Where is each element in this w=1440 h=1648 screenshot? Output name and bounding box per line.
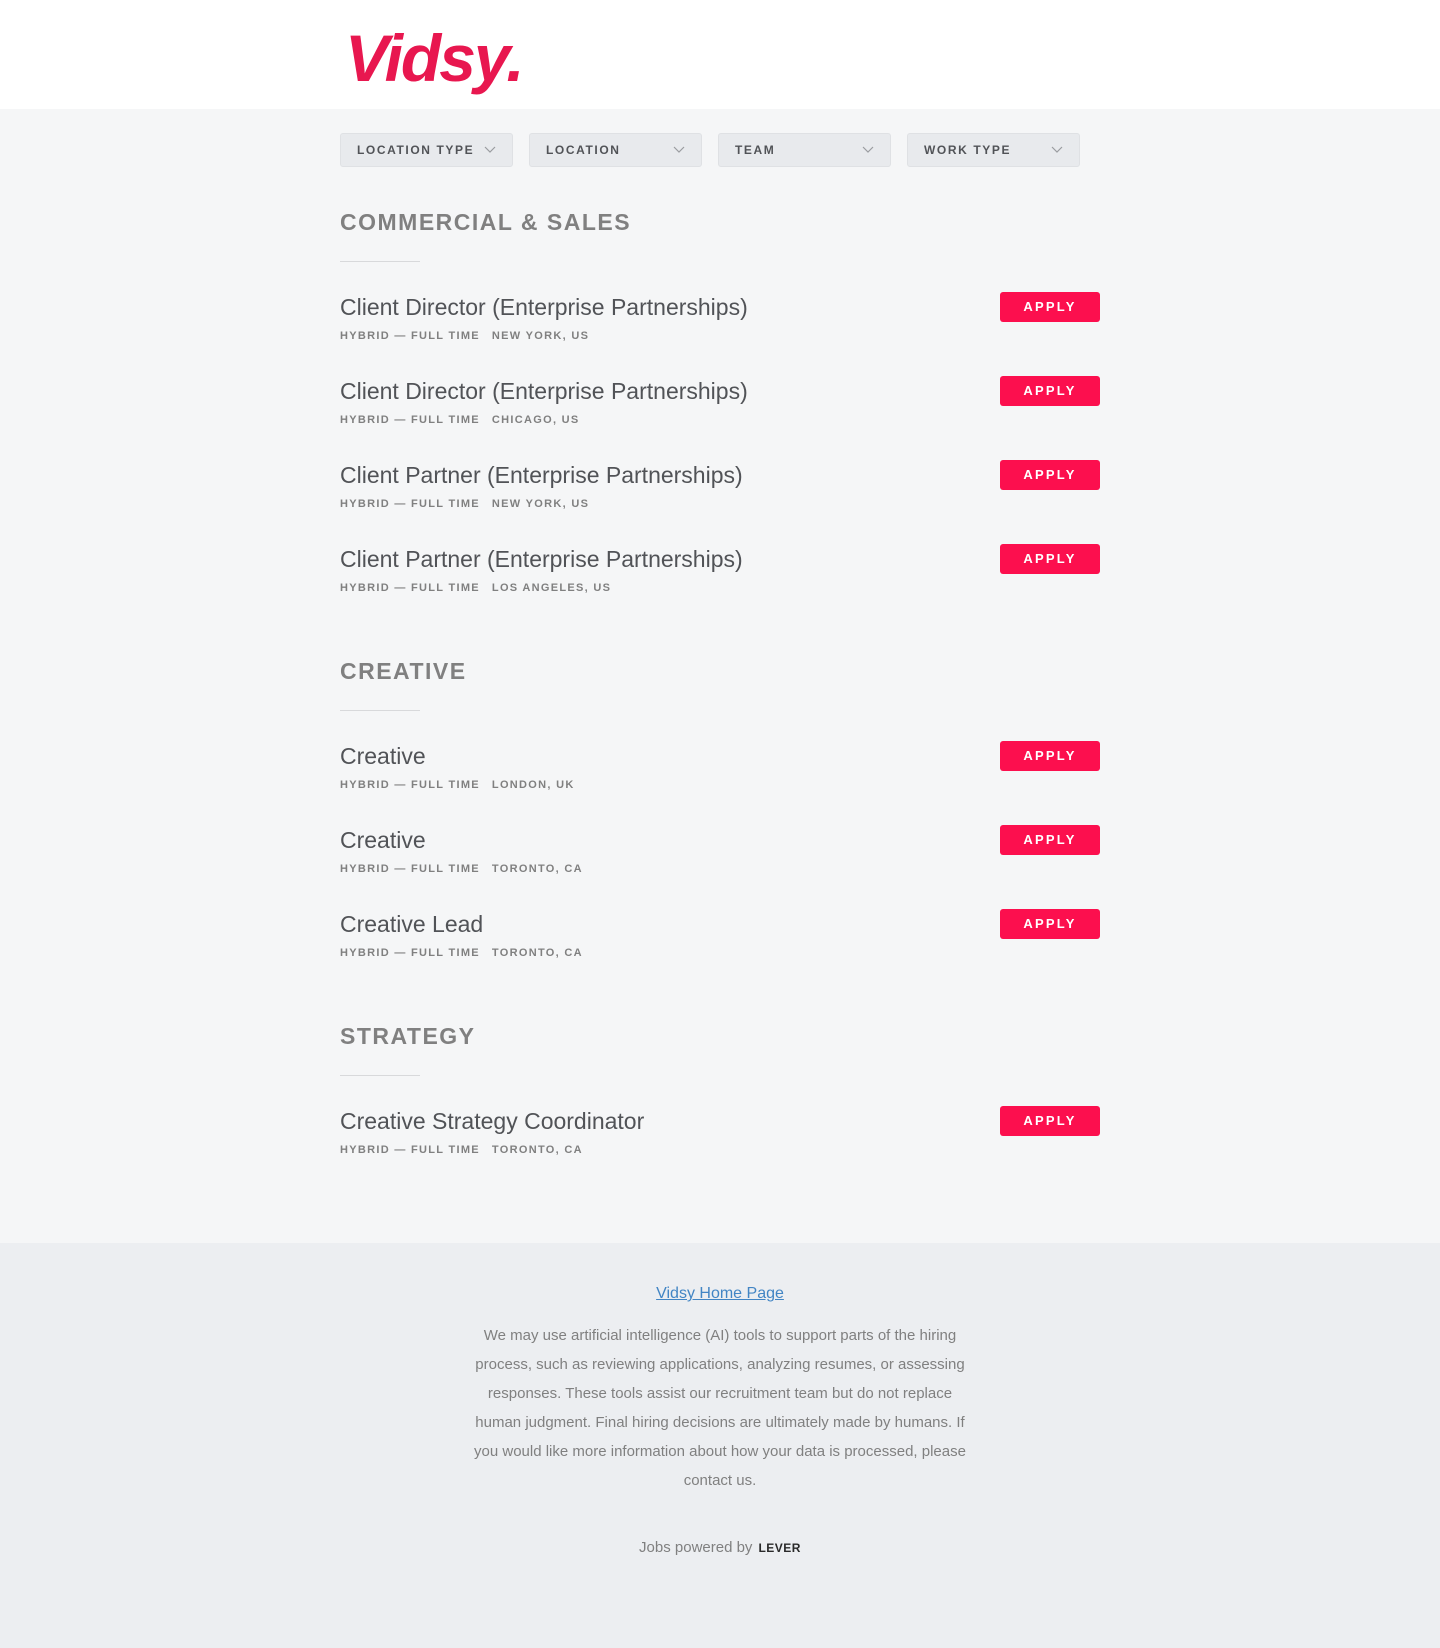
apply-button[interactable]: APPLY xyxy=(1000,544,1100,574)
filter-location-type[interactable]: LOCATION TYPE xyxy=(340,133,513,167)
posting-commitment: HYBRID — FULL TIME xyxy=(340,498,480,510)
posting-title-link[interactable]: Client Partner (Enterprise Partnerships) xyxy=(340,544,743,574)
page-header: Vidsy. xyxy=(0,0,1440,109)
powered-by-text: Jobs powered by xyxy=(639,1539,753,1556)
posting-group-commercial-sales: COMMERCIAL & SALES Client Director (Ente… xyxy=(340,207,1100,628)
posting-commitment: HYBRID — FULL TIME xyxy=(340,779,480,791)
posting-meta: HYBRID — FULL TIME TORONTO, CA xyxy=(340,1142,583,1158)
posting-meta: HYBRID — FULL TIME LOS ANGELES, US xyxy=(340,580,611,596)
posting-location: LOS ANGELES, US xyxy=(491,582,612,594)
posting-title-link[interactable]: Creative Lead xyxy=(340,909,483,939)
posting-title-link[interactable]: Client Director (Enterprise Partnerships… xyxy=(340,376,748,406)
apply-button[interactable]: APPLY xyxy=(1000,1106,1100,1136)
posting-row: Client Partner (Enterprise Partnerships)… xyxy=(340,544,1100,628)
posting-meta: HYBRID — FULL TIME CHICAGO, US xyxy=(340,412,580,428)
home-page-link[interactable]: Vidsy Home Page xyxy=(0,1285,1440,1303)
powered-by: Jobs powered by LEVER xyxy=(0,1539,1440,1556)
page-footer: Vidsy Home Page We may use artificial in… xyxy=(0,1243,1440,1648)
filter-label: WORK TYPE xyxy=(924,143,1012,157)
filter-team[interactable]: TEAM xyxy=(718,133,891,167)
filter-label: LOCATION TYPE xyxy=(357,143,475,157)
filter-label: TEAM xyxy=(735,143,776,157)
posting-location: CHICAGO, US xyxy=(491,414,580,426)
posting-title-link[interactable]: Creative Strategy Coordinator xyxy=(340,1106,644,1136)
posting-row: Creative Lead HYBRID — FULL TIME TORONTO,… xyxy=(340,909,1100,993)
chevron-down-icon xyxy=(673,146,685,153)
chevron-down-icon xyxy=(1051,146,1063,153)
group-title: CREATIVE xyxy=(340,658,467,684)
posting-row: Client Director (Enterprise Partnerships… xyxy=(340,376,1100,460)
lever-logo[interactable]: LEVER xyxy=(758,1541,801,1555)
apply-button[interactable]: APPLY xyxy=(1000,376,1100,406)
job-listings: LOCATION TYPE LOCATION TEAM WORK TYPE CO… xyxy=(0,109,1440,1243)
posting-meta: HYBRID — FULL TIME TORONTO, CA xyxy=(340,945,583,961)
posting-title-link[interactable]: Client Director (Enterprise Partnerships… xyxy=(340,292,748,322)
chevron-down-icon xyxy=(484,146,496,153)
vidsy-logo[interactable]: Vidsy. xyxy=(345,18,525,98)
posting-title-link[interactable]: Creative xyxy=(340,825,426,855)
posting-location: NEW YORK, US xyxy=(491,498,590,510)
posting-row: Client Partner (Enterprise Partnerships)… xyxy=(340,460,1100,544)
posting-location: LONDON, UK xyxy=(491,779,575,791)
posting-commitment: HYBRID — FULL TIME xyxy=(340,330,480,342)
filter-bar: LOCATION TYPE LOCATION TEAM WORK TYPE xyxy=(340,133,1096,167)
posting-group-strategy: STRATEGY Creative Strategy Coordinator H… xyxy=(340,1021,1100,1190)
posting-title-link[interactable]: Client Partner (Enterprise Partnerships) xyxy=(340,460,743,490)
posting-commitment: HYBRID — FULL TIME xyxy=(340,414,480,426)
group-title: STRATEGY xyxy=(340,1023,476,1049)
filter-location[interactable]: LOCATION xyxy=(529,133,702,167)
posting-commitment: HYBRID — FULL TIME xyxy=(340,863,480,875)
posting-row: Client Director (Enterprise Partnerships… xyxy=(340,292,1100,376)
apply-button[interactable]: APPLY xyxy=(1000,741,1100,771)
posting-meta: HYBRID — FULL TIME NEW YORK, US xyxy=(340,496,589,512)
posting-location: NEW YORK, US xyxy=(491,330,590,342)
apply-button[interactable]: APPLY xyxy=(1000,909,1100,939)
posting-location: TORONTO, CA xyxy=(491,1144,583,1156)
posting-meta: HYBRID — FULL TIME NEW YORK, US xyxy=(340,328,589,344)
posting-location: TORONTO, CA xyxy=(491,947,583,959)
group-title: COMMERCIAL & SALES xyxy=(340,209,632,235)
posting-location: TORONTO, CA xyxy=(491,863,583,875)
filter-label: LOCATION xyxy=(546,143,621,157)
filter-work-type[interactable]: WORK TYPE xyxy=(907,133,1080,167)
apply-button[interactable]: APPLY xyxy=(1000,460,1100,490)
posting-row: Creative Strategy Coordinator HYBRID — F… xyxy=(340,1106,1100,1190)
posting-meta: HYBRID — FULL TIME TORONTO, CA xyxy=(340,861,583,877)
posting-title-link[interactable]: Creative xyxy=(340,741,426,771)
posting-commitment: HYBRID — FULL TIME xyxy=(340,582,480,594)
posting-group-creative: CREATIVE Creative HYBRID — FULL TIME LOND… xyxy=(340,656,1100,993)
posting-meta: HYBRID — FULL TIME LONDON, UK xyxy=(340,777,575,793)
apply-button[interactable]: APPLY xyxy=(1000,825,1100,855)
posting-row: Creative HYBRID — FULL TIME TORONTO, CA A… xyxy=(340,825,1100,909)
posting-commitment: HYBRID — FULL TIME xyxy=(340,947,480,959)
posting-commitment: HYBRID — FULL TIME xyxy=(340,1144,480,1156)
chevron-down-icon xyxy=(862,146,874,153)
posting-row: Creative HYBRID — FULL TIME LONDON, UK AP… xyxy=(340,741,1100,825)
apply-button[interactable]: APPLY xyxy=(1000,292,1100,322)
ai-disclaimer: We may use artificial intelligence (AI) … xyxy=(474,1327,966,1489)
